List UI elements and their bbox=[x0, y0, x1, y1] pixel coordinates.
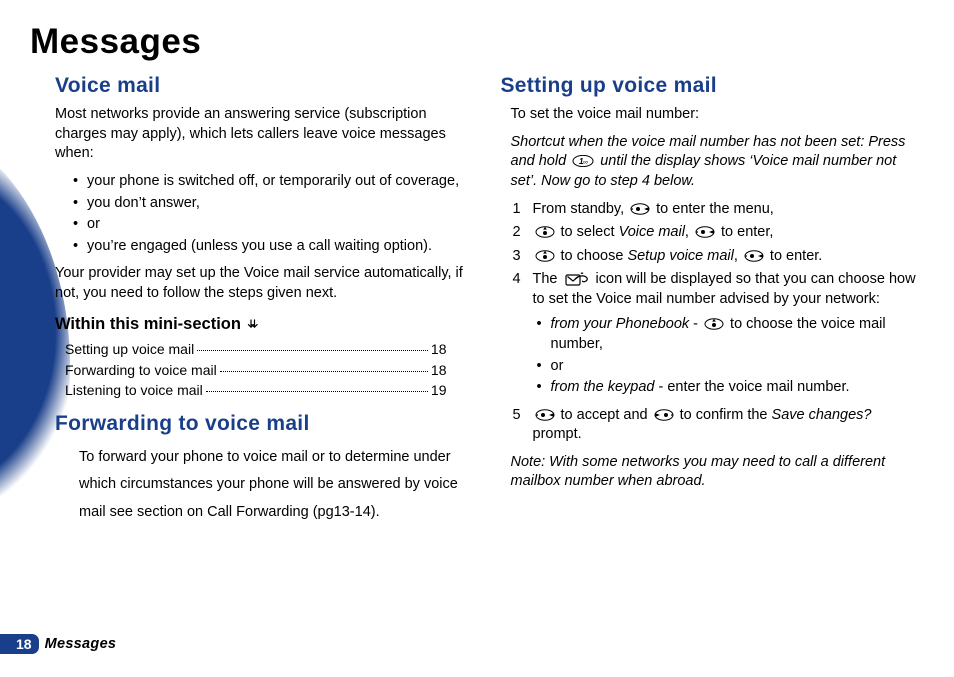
forwarding-body: To forward your phone to voice mail or t… bbox=[79, 444, 471, 527]
setup-note: Note: With some networks you may need to… bbox=[511, 453, 917, 492]
voice-mail-followup: Your provider may set up the Voice mail … bbox=[55, 264, 471, 303]
list-item: your phone is switched off, or temporari… bbox=[73, 172, 471, 192]
mini-section-toc: Setting up voice mail 18 Forwarding to v… bbox=[65, 340, 471, 401]
content-columns: Voice mail Most networks provide an answ… bbox=[55, 72, 916, 605]
setup-steps: From standby, to enter the menu, to sele… bbox=[501, 200, 917, 445]
toc-leader bbox=[220, 371, 428, 372]
step-item: From standby, to enter the menu, bbox=[519, 200, 917, 220]
toc-page: 19 bbox=[431, 381, 447, 400]
voice-mail-intro: Most networks provide an answering servi… bbox=[55, 105, 471, 164]
nav-right-icon bbox=[535, 409, 555, 421]
double-down-arrow-icon bbox=[247, 319, 259, 330]
step-item: The icon will be displayed so that you c… bbox=[519, 270, 917, 397]
step-item: to choose Setup voice mail, to enter. bbox=[519, 247, 917, 267]
toc-leader bbox=[197, 350, 428, 351]
nav-right-icon bbox=[695, 226, 715, 238]
step-item: to accept and to confirm the Save change… bbox=[519, 406, 917, 445]
nav-up-icon bbox=[535, 250, 555, 262]
heading-setup: Setting up voice mail bbox=[501, 72, 917, 100]
heading-voice-mail: Voice mail bbox=[55, 72, 471, 100]
page-number-badge: 18 bbox=[0, 634, 39, 654]
list-item: • or bbox=[537, 357, 917, 377]
toc-page: 18 bbox=[431, 361, 447, 380]
toc-row: Listening to voice mail 19 bbox=[65, 381, 471, 400]
list-item: from the keypad - enter the voice mail n… bbox=[537, 378, 917, 398]
toc-label: Listening to voice mail bbox=[65, 381, 203, 400]
list-item: you don’t answer, bbox=[73, 194, 471, 214]
nav-right-icon bbox=[630, 203, 650, 215]
right-column: Setting up voice mail To set the voice m… bbox=[501, 72, 917, 605]
toc-label: Setting up voice mail bbox=[65, 340, 194, 359]
page-footer: 18 Messages bbox=[0, 633, 116, 655]
heading-forwarding: Forwarding to voice mail bbox=[55, 410, 471, 438]
nav-up-icon bbox=[704, 318, 724, 330]
left-column: Voice mail Most networks provide an answ… bbox=[55, 72, 471, 605]
list-item: from your Phonebook - to choose the voic… bbox=[537, 315, 917, 354]
toc-leader bbox=[206, 391, 428, 392]
toc-label: Forwarding to voice mail bbox=[65, 361, 217, 380]
voicemail-phone-icon bbox=[565, 272, 589, 288]
footer-section-label: Messages bbox=[45, 636, 117, 652]
nav-left-icon bbox=[654, 409, 674, 421]
list-item: • or bbox=[73, 215, 471, 235]
toc-page: 18 bbox=[431, 340, 447, 359]
mini-section-heading: Within this mini-section bbox=[55, 313, 471, 335]
setup-shortcut: Shortcut when the voice mail number has … bbox=[511, 133, 917, 192]
page-title: Messages bbox=[30, 22, 201, 62]
setup-intro: To set the voice mail number: bbox=[511, 105, 917, 125]
toc-row: Setting up voice mail 18 bbox=[65, 340, 471, 359]
nav-up-icon bbox=[535, 226, 555, 238]
step-item: to select Voice mail, to enter, bbox=[519, 223, 917, 243]
nav-right-icon bbox=[744, 250, 764, 262]
key-1-icon bbox=[572, 155, 594, 167]
toc-row: Forwarding to voice mail 18 bbox=[65, 361, 471, 380]
voice-mail-conditions: your phone is switched off, or temporari… bbox=[73, 172, 471, 256]
list-item: you’re engaged (unless you use a call wa… bbox=[73, 237, 471, 257]
